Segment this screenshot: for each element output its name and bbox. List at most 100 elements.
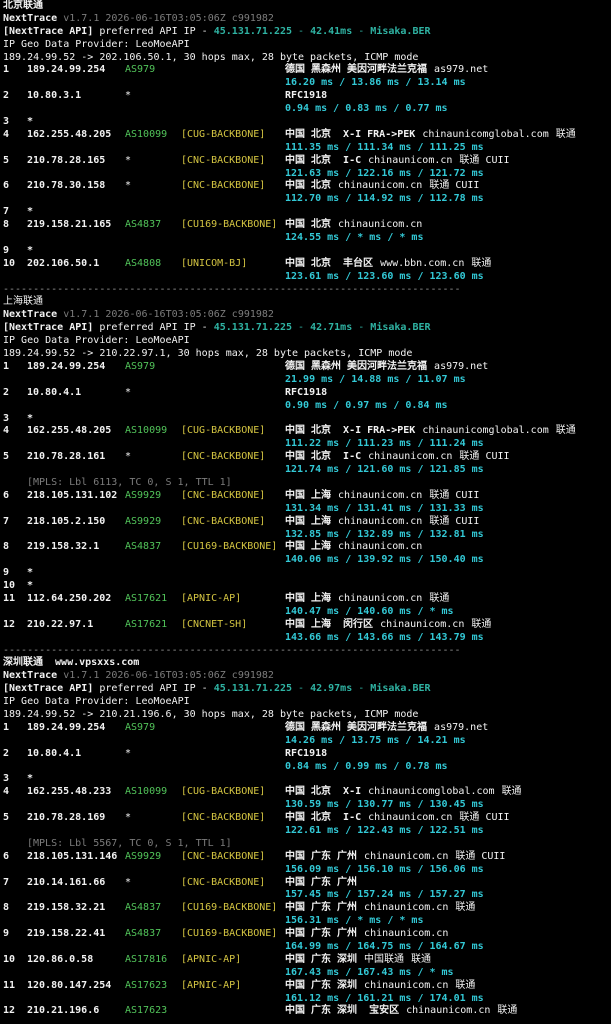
- hop-ip: 210.22.97.1: [27, 618, 94, 630]
- hop-ip: 210.78.30.158: [27, 180, 106, 192]
- mpls-line: [MPLS: Lbl 5567, TC 0, S 1, TTL 1]: [3, 838, 609, 851]
- hop-ip: 162.255.48.233: [27, 786, 112, 798]
- hop-row: 2 10.80.4.1 * RFC1918: [3, 387, 609, 400]
- hop-number: 10: [3, 580, 16, 592]
- hop-number: 8: [3, 541, 10, 553]
- trace-line: 189.24.99.52 -> 210.21.196.6, 30 hops ma…: [3, 709, 609, 722]
- geo-provider-text: IP Geo Data Provider: LeoMoeAPI: [3, 38, 190, 50]
- hop-geo: 中国 北京 X-I FRA->PEK: [285, 425, 416, 437]
- api-dash: -: [292, 683, 311, 695]
- hop-asn: AS4808: [125, 257, 162, 269]
- hop-number: 9: [3, 244, 10, 256]
- hop-domain: chinaunicom.cn: [406, 1005, 491, 1017]
- rtt-line: 130.59 ms / 130.77 ms / 130.45 ms: [3, 799, 609, 812]
- rtt-line: 14.26 ms / 13.75 ms / 14.21 ms: [3, 735, 609, 748]
- hop-row: 3 *: [3, 773, 609, 786]
- hop-geo: 德国 黑森州 美因河畔法兰克福: [285, 64, 428, 76]
- rtt-line: 167.43 ms / 167.43 ms / * ms: [3, 967, 609, 980]
- hop-geo: 中国 上海: [285, 515, 332, 527]
- hop-domain: chinaunicom.cn: [338, 489, 423, 501]
- hop-number: 1: [3, 64, 10, 76]
- api-latency: 42.97ms: [310, 683, 353, 695]
- section-title: 上海联通: [3, 296, 609, 309]
- hop-number: 3: [3, 773, 10, 785]
- hop-geo: 中国 北京 I-C: [285, 451, 362, 463]
- version-line: NextTrace v1.7.1 2026-06-16T03:05:06Z c9…: [3, 309, 609, 322]
- hop-rtt: 143.66 ms / 143.66 ms / 143.79 ms: [285, 631, 484, 643]
- hop-asn: AS979: [125, 360, 156, 372]
- hop-tag: [CNC-BACKBONE]: [181, 812, 266, 824]
- hop-tag: [UNICOM-BJ]: [181, 257, 248, 269]
- hop-row: 4 162.255.48.205 AS10099 [CUG-BACKBONE] 中国 北…: [3, 129, 609, 142]
- hop-tag: [CNCNET-SH]: [181, 618, 248, 630]
- hop-number: 2: [3, 386, 10, 398]
- hop-ip: 210.78.28.169: [27, 812, 106, 824]
- hop-asn: AS4837: [125, 928, 162, 940]
- api-mid: preferred API IP -: [93, 322, 214, 334]
- hop-tag: [CNC-BACKBONE]: [181, 154, 266, 166]
- hop-geo: RFC1918: [285, 747, 328, 759]
- hop-rtt: 112.70 ms / 114.92 ms / 112.78 ms: [285, 193, 484, 205]
- api-dash2: -: [352, 25, 371, 37]
- hop-geo: 中国 广东 深圳: [285, 953, 358, 965]
- hop-rtt: 121.63 ms / 122.16 ms / 121.72 ms: [285, 167, 484, 179]
- hop-ip: 210.78.28.161: [27, 451, 106, 463]
- hop-tag: [CUG-BACKBONE]: [181, 425, 266, 437]
- hop-asn: AS10099: [125, 425, 168, 437]
- trace-line: 189.24.99.52 -> 202.106.50.1, 30 hops ma…: [3, 52, 609, 65]
- hop-ip: 210.14.161.66: [27, 876, 106, 888]
- api-host: Misaka.BER: [370, 25, 431, 37]
- hop-number: 3: [3, 116, 10, 128]
- hop-number: 12: [3, 1005, 16, 1017]
- hop-rtt: 167.43 ms / 167.43 ms / * ms: [285, 966, 454, 978]
- version-text: v1.7.1 2026-06-16T03:05:06Z c991982: [63, 12, 274, 24]
- hop-number: 10: [3, 953, 16, 965]
- hop-number: 8: [3, 902, 10, 914]
- version-line-text: NextTrace v1.7.1 2026-06-16T03:05:06Z c9…: [3, 670, 274, 683]
- hop-geo: 中国 北京: [285, 219, 332, 231]
- hop-geo: 中国 广东 广州: [285, 850, 358, 862]
- hop-isp: 联通: [471, 257, 492, 269]
- hop-ip: *: [27, 412, 34, 424]
- hop-ip: 189.24.99.254: [27, 360, 106, 372]
- hop-ip: 10.80.3.1: [27, 90, 82, 102]
- api-dash: -: [292, 322, 311, 334]
- hop-isp: 联通 CUII: [455, 850, 506, 862]
- api-prefix: [NextTrace API]: [3, 683, 94, 695]
- hop-rtt: 124.55 ms / * ms / * ms: [285, 232, 424, 244]
- hop-number: 7: [3, 206, 10, 218]
- hop-rtt: 156.09 ms / 156.10 ms / 156.06 ms: [285, 863, 484, 875]
- app-name: NextTrace: [3, 309, 58, 321]
- hop-domain: www.bbn.com.cn: [380, 257, 465, 269]
- hop-row: 6 218.105.131.102 AS9929 [CNC-BACKBONE] 中国 上…: [3, 490, 609, 503]
- rtt-line: 164.99 ms / 164.75 ms / 164.67 ms: [3, 941, 609, 954]
- hop-number: 2: [3, 747, 10, 759]
- hop-ip: 219.158.21.165: [27, 219, 112, 231]
- hop-domain: as979.net: [434, 721, 489, 733]
- section-title: 北京联通: [3, 0, 609, 13]
- hop-number: 7: [3, 876, 10, 888]
- hop-domain: chinaunicom.cn: [338, 592, 423, 604]
- rtt-line: 157.45 ms / 157.24 ms / 157.27 ms: [3, 889, 609, 902]
- hop-tag: [CUG-BACKBONE]: [181, 786, 266, 798]
- hop-rtt: 132.85 ms / 132.89 ms / 132.81 ms: [285, 528, 484, 540]
- hop-tag: [CNC-BACKBONE]: [181, 850, 266, 862]
- hop-ip: 218.105.131.102: [27, 489, 118, 501]
- hop-ip: *: [27, 567, 34, 579]
- geo-provider-text: IP Geo Data Provider: LeoMoeAPI: [3, 696, 190, 708]
- app-name: NextTrace: [3, 12, 58, 24]
- hop-geo: 中国 上海: [285, 489, 332, 501]
- version-line: NextTrace v1.7.1 2026-06-16T03:05:06Z c9…: [3, 670, 609, 683]
- hop-asn: AS10099: [125, 786, 168, 798]
- hop-number: 1: [3, 721, 10, 733]
- rtt-line: 111.35 ms / 111.34 ms / 111.25 ms: [3, 142, 609, 155]
- hop-row: 1 189.24.99.254 AS979 德国 黑森州 美因河畔法兰克福 as979.…: [3, 64, 609, 77]
- hop-number: 1: [3, 360, 10, 372]
- hop-number: 4: [3, 786, 10, 798]
- hop-domain: chinaunicom.cn: [368, 812, 453, 824]
- api-line-text: [NextTrace API] preferred API IP - 45.13…: [3, 683, 431, 696]
- version-text: v1.7.1 2026-06-16T03:05:06Z c991982: [63, 670, 274, 682]
- hop-geo: 中国 广东 广州: [285, 902, 358, 914]
- separator-text: ----------------------------------------…: [3, 283, 461, 295]
- rtt-line: 124.55 ms / * ms / * ms: [3, 232, 609, 245]
